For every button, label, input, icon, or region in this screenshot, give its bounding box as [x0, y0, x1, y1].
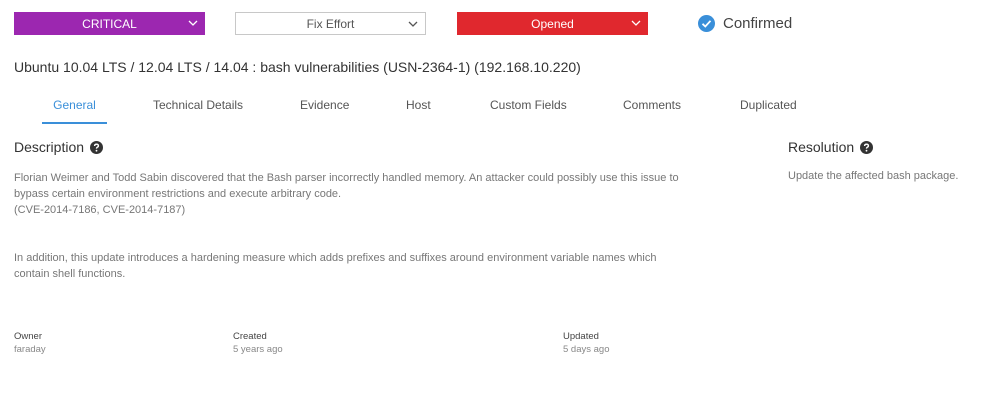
tab-general[interactable]: General — [42, 92, 107, 124]
tab-comments[interactable]: Comments — [623, 92, 681, 122]
status-label: Opened — [531, 16, 574, 31]
tab-duplicated[interactable]: Duplicated — [740, 92, 797, 122]
fix-effort-label: Fix Effort — [306, 16, 355, 31]
description-line: In addition, this update introduces a ha… — [14, 252, 657, 264]
tab-custom-fields[interactable]: Custom Fields — [490, 92, 567, 122]
check-circle-icon — [698, 15, 715, 32]
tab-technical-details[interactable]: Technical Details — [153, 92, 243, 122]
question-circle-icon[interactable] — [90, 140, 104, 154]
chevron-down-icon — [631, 20, 641, 26]
updated-label: Updated — [563, 331, 599, 342]
owner-field: Owner faraday — [14, 330, 46, 356]
chevron-down-icon — [188, 20, 198, 26]
created-label: Created — [233, 331, 267, 342]
description-line: bypass certain environment restrictions … — [14, 188, 342, 200]
description-heading: Description — [14, 139, 104, 155]
chevron-down-icon — [408, 21, 418, 27]
resolution-text: Update the affected bash package. — [788, 170, 959, 182]
severity-label: CRITICAL — [82, 16, 137, 31]
resolution-heading-text: Resolution — [788, 139, 855, 155]
resolution-heading: Resolution — [788, 139, 874, 155]
created-value: 5 years ago — [233, 344, 283, 355]
updated-field: Updated 5 days ago — [563, 330, 609, 356]
description-line: (CVE-2014-7186, CVE-2014-7187) — [14, 204, 186, 216]
description-line: contain shell functions. — [14, 268, 126, 280]
status-dropdown[interactable]: Opened — [457, 12, 648, 35]
owner-value: faraday — [14, 344, 46, 355]
tab-bar: General Technical Details Evidence Host … — [14, 92, 814, 124]
description-line: Florian Weimer and Todd Sabin discovered… — [14, 172, 679, 184]
confirmed-toggle[interactable]: Confirmed — [698, 12, 792, 35]
description-heading-text: Description — [14, 139, 85, 155]
owner-label: Owner — [14, 331, 42, 342]
fix-effort-dropdown[interactable]: Fix Effort — [235, 12, 426, 35]
vulnerability-title: Ubuntu 10.04 LTS / 12.04 LTS / 14.04 : b… — [14, 59, 581, 75]
tab-host[interactable]: Host — [406, 92, 431, 122]
question-circle-icon[interactable] — [860, 140, 874, 154]
updated-value: 5 days ago — [563, 344, 610, 355]
confirmed-label: Confirmed — [723, 15, 793, 32]
severity-dropdown[interactable]: CRITICAL — [14, 12, 205, 35]
created-field: Created 5 years ago — [233, 330, 283, 356]
description-text: Florian Weimer and Todd Sabin discovered… — [14, 170, 744, 282]
tab-evidence[interactable]: Evidence — [300, 92, 349, 122]
